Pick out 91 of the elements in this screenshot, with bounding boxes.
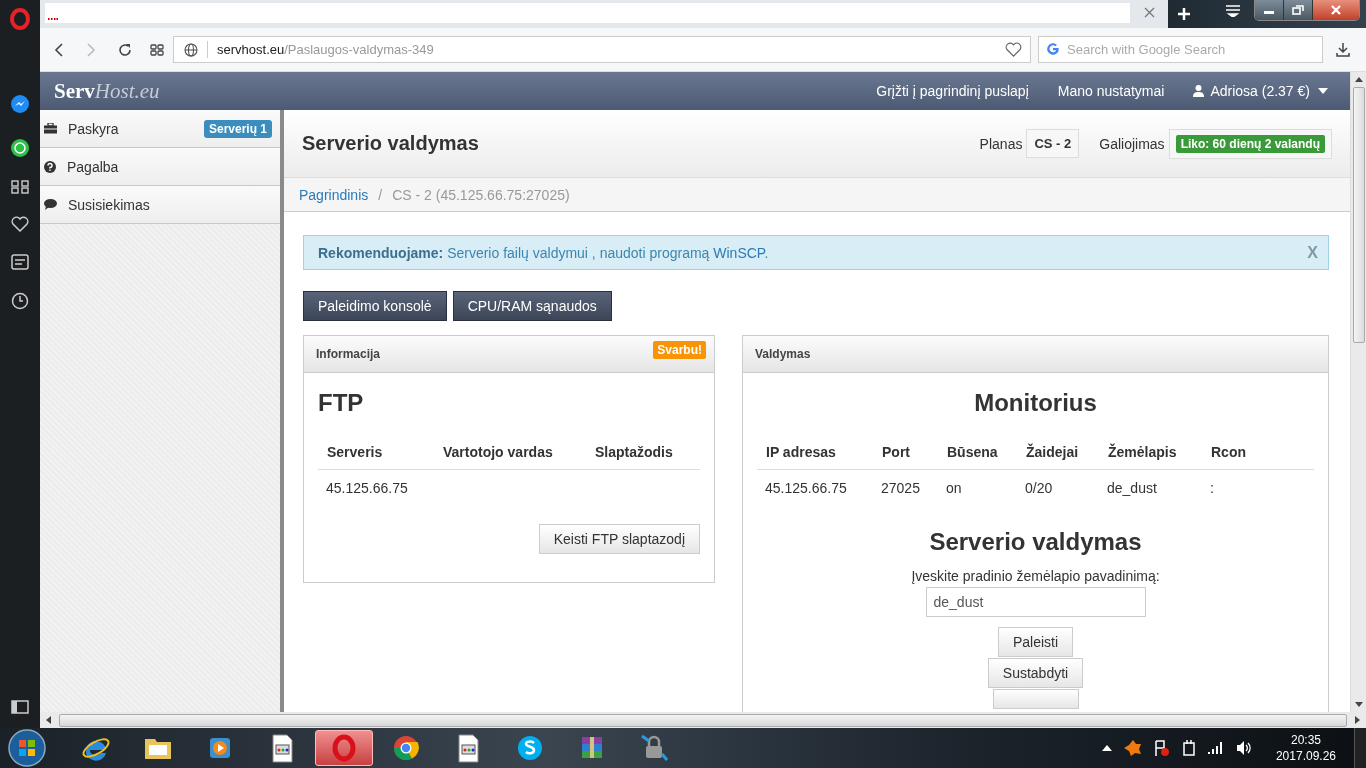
- table-cell: 45.125.66.75: [765, 480, 847, 496]
- scroll-down-icon[interactable]: [1354, 702, 1363, 707]
- loading-icon: [48, 17, 58, 20]
- table-cell: de_dust: [1107, 480, 1157, 496]
- back-icon[interactable]: [54, 42, 64, 57]
- table-cell: 0/20: [1025, 480, 1053, 496]
- close-tab-icon[interactable]: [1143, 6, 1155, 18]
- menu-icon[interactable]: [1226, 5, 1240, 17]
- section-heading: Serverio valdymas: [928, 528, 1143, 556]
- table-cell: 27025: [881, 480, 920, 496]
- change-password-button[interactable]: Keisti FTP slaptazodį: [538, 524, 700, 554]
- field-label: Įveskite pradinio žemėlapio pavadinimą:: [910, 568, 1161, 584]
- page-title: Serverio valdymas: [302, 132, 479, 155]
- table-cell: on: [946, 480, 962, 496]
- nav-link[interactable]: Mano nustatymai: [1057, 83, 1165, 99]
- close-icon: [1330, 5, 1342, 15]
- horizontal-scrollbar[interactable]: [40, 712, 1366, 728]
- panel-title: Valdymas: [755, 347, 811, 361]
- speed-dial-icon[interactable]: [150, 43, 164, 56]
- validity-badge: Liko: 60 dienų 2 valandų: [1175, 134, 1325, 153]
- news-icon[interactable]: [11, 254, 29, 270]
- panel-title: Informacija: [316, 347, 381, 361]
- action-button[interactable]: Paleidimo konsolė: [303, 291, 447, 321]
- restore-button[interactable]: [1284, 0, 1313, 20]
- sidebar-toggle-icon[interactable]: [11, 700, 29, 714]
- new-tab-icon[interactable]: [1178, 8, 1190, 20]
- action-button[interactable]: CPU/RAM sąnaudos: [452, 291, 612, 321]
- column-header: Rcon: [1202, 431, 1314, 470]
- close-window-button[interactable]: [1313, 0, 1359, 20]
- user-menu[interactable]: Adriosa (2.37 €): [1193, 83, 1328, 99]
- section-heading: Monitorius: [973, 389, 1098, 417]
- power-plug-icon[interactable]: [1181, 740, 1196, 756]
- help-icon: [44, 160, 56, 173]
- opera-logo-icon[interactable]: [10, 8, 30, 30]
- whatsapp-icon[interactable]: [10, 138, 30, 158]
- messenger-icon[interactable]: [10, 94, 30, 114]
- minimize-button[interactable]: [1255, 0, 1284, 20]
- heart-icon[interactable]: [1005, 42, 1022, 57]
- column-header: Būsena: [938, 431, 1017, 470]
- column-header: Žemėlapis: [1099, 431, 1202, 470]
- url-text: servhost.eu/Paslaugos-valdymas-349: [217, 42, 434, 57]
- signal-icon[interactable]: [1207, 742, 1224, 754]
- scroll-up-icon[interactable]: [1354, 77, 1363, 82]
- google-icon: [1046, 42, 1060, 56]
- breadcrumb-separator: /: [378, 186, 383, 203]
- column-header: Serveris: [318, 431, 434, 470]
- start-button[interactable]: [7, 728, 47, 768]
- map-name-field[interactable]: de_dust: [925, 587, 1146, 617]
- column-header: Slaptažodis: [586, 431, 700, 470]
- winscp-link[interactable]: WinSCP: [713, 244, 765, 261]
- site-logo[interactable]: ServHost.eu: [54, 78, 160, 104]
- important-badge: Svarbu!: [653, 341, 706, 359]
- taskbar-clock[interactable]: 20:35 2017.09.26: [1269, 732, 1342, 764]
- alert-message: Rekomenduojame: Serverio failų valdymui , naudoti programą WinSCP.: [318, 244, 769, 261]
- speaker-icon[interactable]: [1235, 741, 1252, 755]
- server-button[interactable]: Sustabdyti: [987, 658, 1084, 688]
- table-cell: 45.125.66.75: [326, 480, 408, 496]
- briefcase-icon: [44, 123, 57, 134]
- scroll-left-icon[interactable]: [46, 716, 51, 724]
- column-header: Žaidejai: [1017, 431, 1099, 470]
- validity-label: Galiojimas: [1099, 135, 1165, 152]
- show-hidden-icons[interactable]: [1101, 745, 1112, 751]
- download-icon[interactable]: [1336, 42, 1350, 57]
- table-cell: :: [1210, 480, 1214, 496]
- caret-icon: [1318, 88, 1328, 94]
- column-header: IP adresas: [757, 431, 873, 470]
- nav-link[interactable]: Grįžti į pagrindinį puslapį: [876, 83, 1029, 99]
- speech-bubble-icon: [44, 199, 57, 210]
- sidebar-item[interactable]: Susisiekimas: [40, 186, 280, 224]
- column-header: Port: [873, 431, 938, 470]
- grid-icon[interactable]: [11, 180, 29, 194]
- user-icon: [1193, 85, 1205, 97]
- column-header: Vartotojo vardas: [434, 431, 586, 470]
- scroll-right-icon[interactable]: [1355, 716, 1360, 724]
- section-heading: FTP: [318, 389, 365, 417]
- globe-icon: [184, 42, 198, 57]
- sidebar-item[interactable]: Pagalba: [40, 148, 280, 186]
- restore-icon: [1292, 5, 1304, 15]
- reload-icon[interactable]: [118, 42, 132, 57]
- breadcrumb-current: CS - 2 (45.125.66.75:27025): [392, 186, 570, 203]
- breadcrumb-link[interactable]: Pagrindinis: [299, 186, 369, 203]
- count-badge: Serverių 1: [203, 119, 272, 138]
- plan-label: Planas: [979, 135, 1023, 152]
- plan-value: CS - 2: [1026, 129, 1080, 158]
- flag-error-icon[interactable]: [1153, 740, 1170, 756]
- server-button[interactable]: Paleisti: [997, 627, 1074, 657]
- clock-icon[interactable]: [11, 292, 29, 310]
- sidebar-item[interactable]: Paskyra Serverių 1: [40, 110, 280, 148]
- vertical-scrollbar[interactable]: [1350, 72, 1366, 712]
- address-field[interactable]: servhost.eu/Paslaugos-valdymas-349: [173, 36, 1031, 63]
- search-field[interactable]: Search with Google Search: [1038, 36, 1323, 63]
